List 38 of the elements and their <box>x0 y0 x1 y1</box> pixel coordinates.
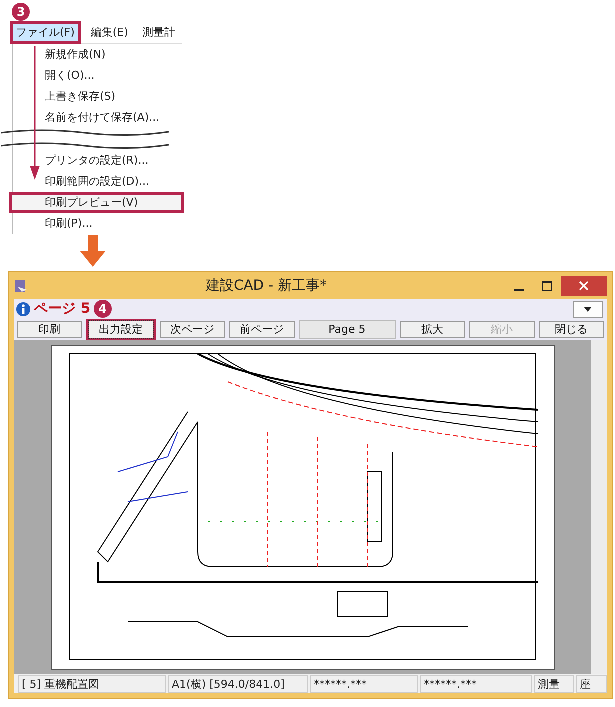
menu-title[interactable]: 測量計 <box>138 23 180 42</box>
window-title: 建設CAD - 新工事* <box>204 276 328 294</box>
menu-item[interactable]: プリンタの設定(R)... <box>13 150 181 171</box>
status-cell: 測量 <box>534 675 574 693</box>
menu-title[interactable]: ファイル(F) <box>10 21 81 44</box>
menu-title[interactable]: 編集(E) <box>86 23 132 42</box>
down-arrow <box>80 235 106 267</box>
vertical-scrollbar[interactable] <box>591 340 607 674</box>
close-icon <box>579 280 589 290</box>
toolbar-button[interactable]: 前ページ <box>229 321 295 338</box>
app-icon <box>14 278 28 292</box>
toolbar-button[interactable]: 閉じる <box>538 321 604 338</box>
info-icon <box>16 302 31 316</box>
menu-item[interactable]: 名前を付けて保存(A)... <box>13 107 181 128</box>
status-cell: A1(横) [594.0/841.0] <box>168 675 308 693</box>
caret-icon <box>584 306 592 312</box>
maximize-icon <box>542 280 552 290</box>
page-field: Page 5 <box>298 320 396 339</box>
minimize-icon <box>514 288 524 290</box>
menu-item[interactable]: 印刷プレビュー(V) <box>9 192 184 213</box>
menu-item[interactable]: 印刷範囲の設定(D)... <box>13 171 181 192</box>
toolbar-button[interactable]: 出力設定 <box>86 318 156 341</box>
menu-item[interactable]: 上書き保存(S) <box>13 86 181 107</box>
step-badge: 4 <box>94 300 112 318</box>
dropdown-button[interactable] <box>573 300 603 318</box>
menu-item[interactable]: 新規作成(N) <box>13 44 181 65</box>
menu-item[interactable]: 印刷(P)... <box>13 213 181 234</box>
toolbar-button[interactable]: 拡大 <box>400 321 466 338</box>
step-badge: 3 <box>12 3 30 21</box>
close-button[interactable] <box>561 276 607 296</box>
page-title: ページ 5 <box>34 300 91 318</box>
toolbar-button[interactable]: 印刷 <box>17 321 82 338</box>
menu-item[interactable]: 開く(O)... <box>13 65 181 86</box>
toolbar-button[interactable]: 次ページ <box>160 321 226 338</box>
status-cell: ******.*** <box>310 675 418 693</box>
status-cell: 座 <box>576 675 607 693</box>
status-cell: ******.*** <box>420 675 532 693</box>
status-cell: [ 5] 重機配置図 <box>18 675 166 693</box>
